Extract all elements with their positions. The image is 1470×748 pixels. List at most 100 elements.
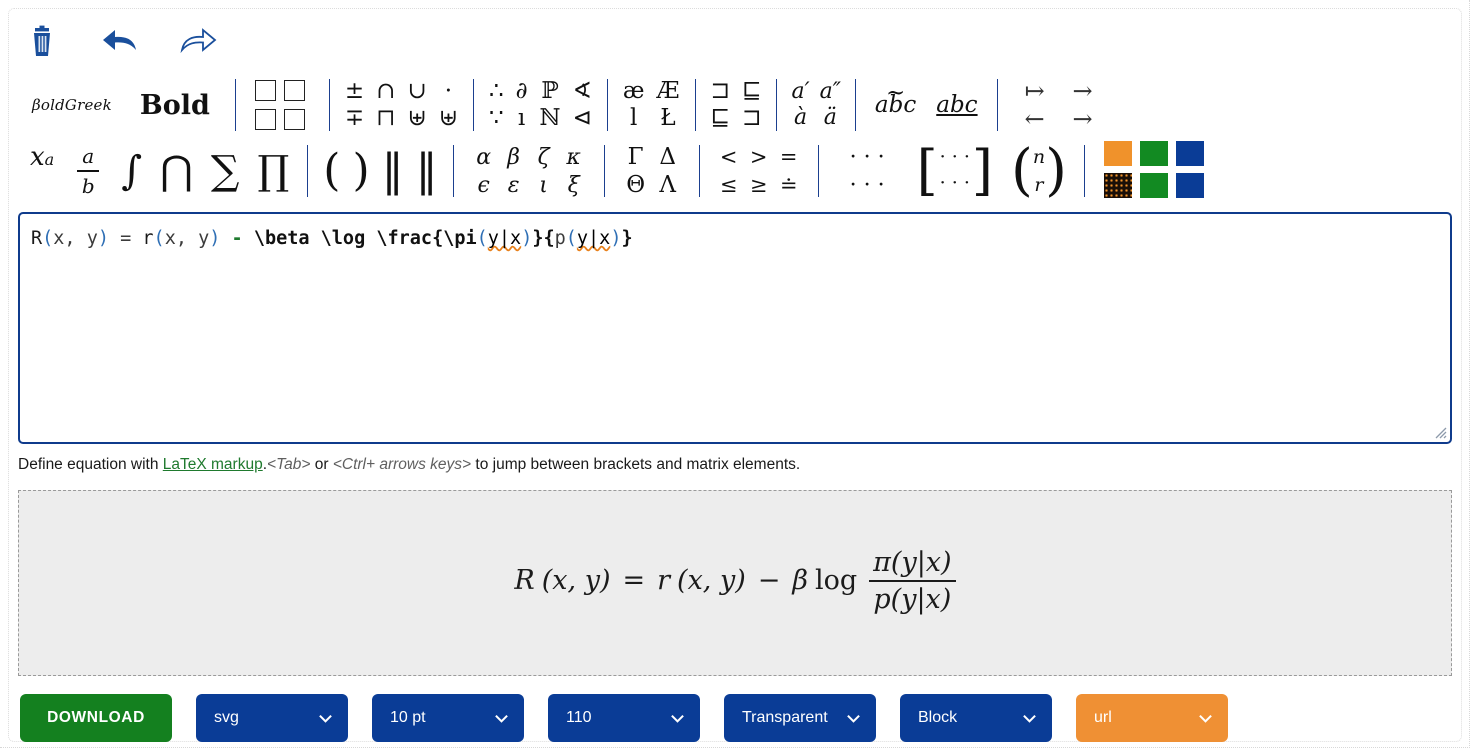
- divider: [603, 145, 605, 197]
- cap-sqcap-button[interactable]: ∩ ⊓: [370, 76, 401, 134]
- greek-lowercase-group[interactable]: α β ζ κ ϵ ε ι ξ: [463, 143, 595, 199]
- bold-greek-button[interactable]: βoldGreek: [20, 96, 124, 114]
- ae-l-button[interactable]: æ l: [617, 76, 651, 134]
- cdot-uplus-button[interactable]: · ⊎: [433, 76, 464, 134]
- sqsupset-button[interactable]: ⊑ ⊐: [736, 76, 767, 134]
- latex-token: \log: [320, 228, 366, 249]
- color-swatch-blue[interactable]: [1175, 141, 1204, 166]
- scale-select[interactable]: 110: [548, 694, 700, 742]
- redo-icon[interactable]: [176, 19, 220, 63]
- sum-button[interactable]: ∑: [202, 142, 249, 200]
- less-than-icon: <: [719, 145, 738, 169]
- textarea-resize-handle[interactable]: [1431, 423, 1447, 439]
- therefore-because-button[interactable]: ∴ ∵: [483, 76, 510, 134]
- xi-icon: ξ: [567, 172, 580, 198]
- latex-token: x,: [53, 228, 76, 249]
- integral-button[interactable]: ∫: [112, 142, 151, 200]
- AE-Lslash-button[interactable]: Æ Ł: [650, 76, 685, 134]
- greek-uppercase-group[interactable]: Γ Δ Θ Λ: [614, 143, 690, 199]
- plain-matrix-button[interactable]: · · · · · ·: [828, 143, 907, 199]
- paren-left-icon: (: [1010, 138, 1033, 204]
- color-swatch-pattern[interactable]: [1103, 173, 1132, 198]
- output-select-value: url: [1094, 709, 1112, 726]
- preview-rhs-args: (x, y): [677, 565, 746, 597]
- output-select[interactable]: url: [1076, 694, 1228, 742]
- latex-token: [365, 228, 376, 249]
- arrow-group[interactable]: ↦ → ← →: [1007, 77, 1111, 133]
- blackboard-p-n-button[interactable]: ℙ ℕ: [534, 76, 567, 134]
- divider: [307, 145, 309, 197]
- preview-rhs-fn: r: [657, 565, 671, 597]
- scale-select-value: 110: [566, 709, 592, 726]
- norm-button[interactable]: ‖: [376, 142, 410, 200]
- angle-triangleleft-button[interactable]: ∢ ⊲: [567, 76, 598, 134]
- latex-token: (: [565, 228, 577, 249]
- divider: [694, 79, 696, 131]
- equation-preview: R (x, y) = r (x, y) − β log π(y|x) p(y|x): [18, 490, 1452, 676]
- matrix-button[interactable]: [245, 78, 320, 133]
- latex-markup-link[interactable]: LaTeX markup: [163, 456, 263, 473]
- kappa-icon: κ: [566, 144, 581, 170]
- latex-token: y|x: [576, 228, 611, 249]
- dprime-ddot-accent-button[interactable]: a″ ä: [815, 79, 846, 132]
- accent-group: a′ à a″ ä: [786, 75, 845, 135]
- partial-iota-button[interactable]: ∂ ı: [510, 76, 534, 134]
- color-swatch-orange[interactable]: [1103, 141, 1132, 166]
- zeta-icon: ζ: [537, 144, 550, 170]
- superscript-button[interactable]: xa: [20, 142, 64, 200]
- color-swatch-green-2[interactable]: [1139, 173, 1168, 198]
- product-button[interactable]: ∏: [248, 142, 298, 200]
- latex-source-text[interactable]: R(x, y) = r(x, y) - \beta \log \frac{\pi…: [31, 226, 1440, 252]
- display-select[interactable]: Block: [900, 694, 1052, 742]
- bold-button[interactable]: Bold: [124, 90, 226, 121]
- rightarrow-2-icon: →: [1072, 105, 1093, 133]
- latex-token: {: [432, 228, 444, 249]
- latex-token: x,: [164, 228, 187, 249]
- delete-icon[interactable]: [20, 19, 64, 63]
- color-swatch-green[interactable]: [1139, 141, 1168, 166]
- format-select[interactable]: svg: [196, 694, 348, 742]
- divider: [606, 79, 608, 131]
- latex-input[interactable]: R(x, y) = r(x, y) - \beta \log \frac{\pi…: [18, 212, 1452, 444]
- latex-token: r: [142, 228, 154, 249]
- display-select-value: Block: [918, 709, 958, 726]
- logic-symbol-group: ∴ ∵ ∂ ı ℙ ℕ ∢ ⊲: [483, 75, 598, 135]
- background-select[interactable]: Transparent: [724, 694, 876, 742]
- Lambda-icon: Λ: [659, 172, 676, 198]
- widetilde-text-button[interactable]: ~ abc: [865, 80, 926, 118]
- iota-icon: ι: [539, 172, 548, 198]
- bracket-matrix-button[interactable]: [ · · · · · · ]: [907, 144, 1003, 198]
- epsilon-icon: ϵ: [477, 172, 490, 198]
- divider: [328, 79, 330, 131]
- sqsubset-button[interactable]: ⊐ ⊑: [705, 76, 736, 134]
- Delta-icon: Δ: [659, 144, 676, 170]
- preview-equals: =: [622, 565, 646, 597]
- binomial-button[interactable]: ( n r ): [1003, 143, 1075, 200]
- paren-open-button[interactable]: (: [317, 142, 346, 200]
- divider: [234, 79, 236, 131]
- rendered-equation: R (x, y) = r (x, y) − β log π(y|x) p(y|x): [514, 545, 956, 618]
- underline-text-button[interactable]: abc: [926, 92, 987, 118]
- latex-token: {: [543, 228, 555, 249]
- norm-2-button[interactable]: ‖: [410, 142, 444, 200]
- pm-mp-button[interactable]: ± ∓: [339, 76, 370, 134]
- divider: [817, 145, 819, 197]
- bigcap-button[interactable]: ⋂: [151, 142, 202, 200]
- comparison-group[interactable]: < > = ≤ ≥ ≐: [709, 143, 809, 199]
- fraction-button[interactable]: a b: [64, 144, 112, 198]
- doteq-icon: ≐: [779, 173, 798, 197]
- latex-token: y: [75, 228, 98, 249]
- cup-uplus-button[interactable]: ∪ ⊎: [401, 76, 432, 134]
- paren-close-button[interactable]: ): [346, 142, 375, 200]
- divider: [698, 145, 700, 197]
- prime-dot-accent-button[interactable]: a′ à: [786, 79, 814, 132]
- varepsilon-icon: ε: [507, 172, 520, 198]
- color-swatch-blue-2[interactable]: [1175, 173, 1204, 198]
- latex-token: y|x: [487, 228, 522, 249]
- preview-denominator: p(y|x): [873, 583, 952, 615]
- latex-token: \beta: [253, 228, 310, 249]
- download-button[interactable]: DOWNLOAD: [20, 694, 172, 742]
- fontsize-select[interactable]: 10 pt: [372, 694, 524, 742]
- action-toolbar: [20, 18, 220, 64]
- undo-icon[interactable]: [98, 19, 142, 63]
